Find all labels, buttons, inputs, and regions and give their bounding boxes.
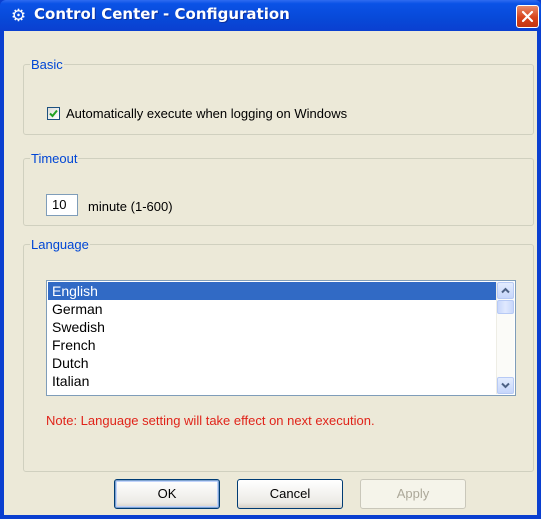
timeout-legend: Timeout	[31, 151, 78, 166]
close-button[interactable]	[516, 5, 539, 28]
basic-group: Basic Automatically execute when logging…	[23, 57, 534, 135]
list-item-french[interactable]: French	[48, 336, 496, 354]
list-item-italian[interactable]: Italian	[48, 372, 496, 390]
list-item-swedish[interactable]: Swedish	[48, 318, 496, 336]
ok-button[interactable]: OK	[114, 479, 220, 509]
scroll-thumb[interactable]	[497, 300, 514, 314]
timeout-unit-label: minute (1-600)	[88, 199, 173, 214]
config-window: ⚙ Control Center - Configuration Basic A…	[0, 0, 541, 519]
chevron-up-icon	[501, 287, 510, 294]
list-item-english[interactable]: English	[48, 282, 496, 300]
title-bar[interactable]: ⚙ Control Center - Configuration	[0, 0, 541, 31]
dialog-body: Basic Automatically execute when logging…	[4, 31, 537, 515]
language-listbox[interactable]: English German Swedish French Dutch Ital…	[46, 280, 516, 396]
timeout-input[interactable]: 10	[46, 194, 78, 216]
language-note: Note: Language setting will take effect …	[46, 413, 375, 428]
vertical-scrollbar[interactable]	[496, 282, 514, 394]
window-title: Control Center - Configuration	[34, 5, 290, 23]
language-group: Language English German Swedish French D…	[23, 237, 534, 472]
apply-button[interactable]: Apply	[360, 479, 466, 509]
list-item-dutch[interactable]: Dutch	[48, 354, 496, 372]
checkmark-icon	[49, 109, 58, 118]
language-legend: Language	[31, 237, 89, 252]
chevron-down-icon	[501, 382, 510, 389]
autorun-label[interactable]: Automatically execute when logging on Wi…	[66, 106, 347, 121]
autorun-checkbox[interactable]	[47, 107, 60, 120]
list-item-german[interactable]: German	[48, 300, 496, 318]
timeout-group: Timeout 10 minute (1-600)	[23, 151, 534, 226]
language-list: English German Swedish French Dutch Ital…	[48, 282, 496, 390]
cancel-button[interactable]: Cancel	[237, 479, 343, 509]
scroll-down-button[interactable]	[497, 377, 514, 394]
scroll-up-button[interactable]	[497, 282, 514, 299]
close-icon	[521, 10, 534, 23]
basic-legend: Basic	[31, 57, 63, 72]
gear-icon: ⚙	[10, 6, 27, 25]
